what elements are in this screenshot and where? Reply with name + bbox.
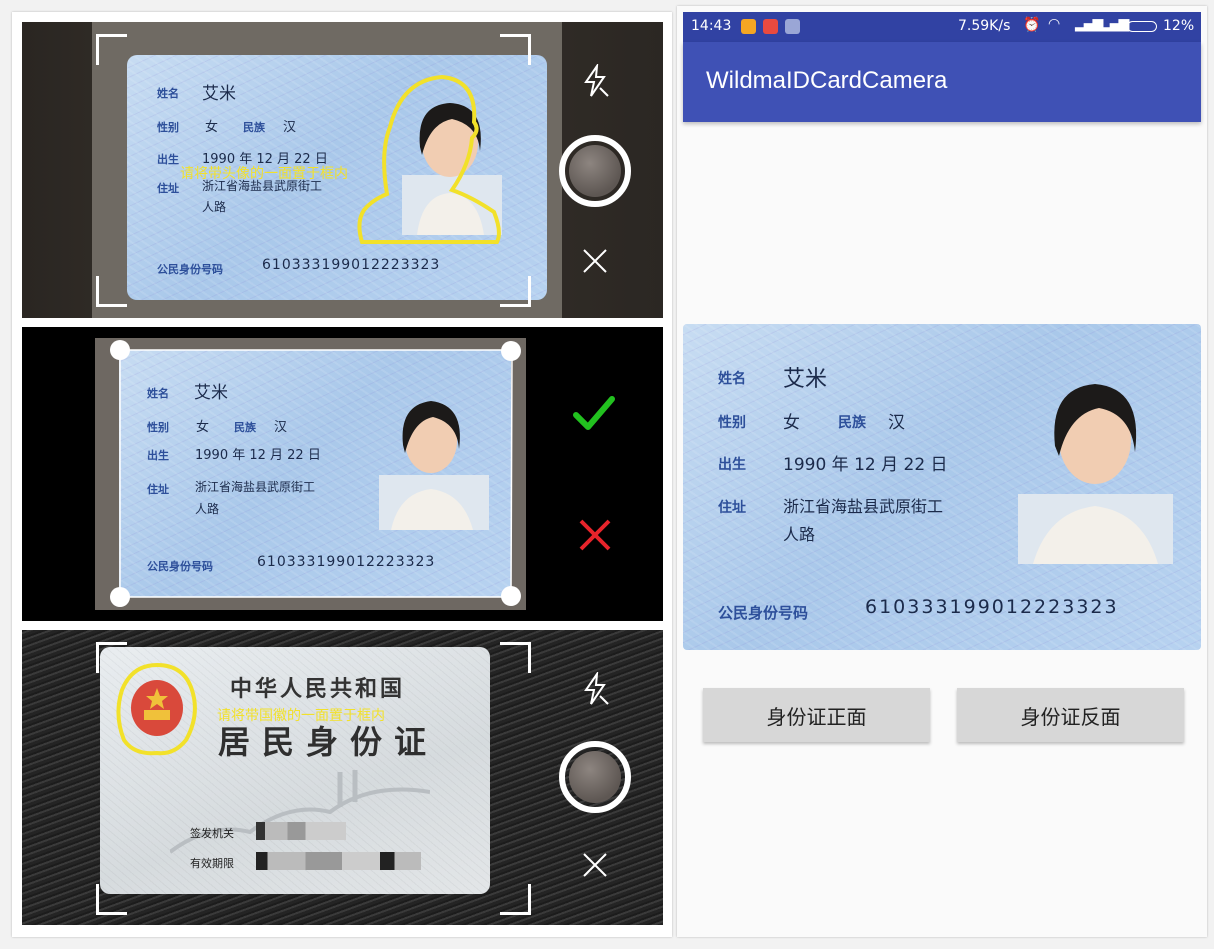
birth-label: 出生	[718, 457, 746, 473]
great-wall-pattern	[170, 770, 430, 854]
back-side-button[interactable]: 身份证反面	[957, 688, 1184, 742]
battery-icon	[1127, 21, 1157, 32]
country-name: 中华人民共和国	[230, 676, 406, 702]
back-hint: 请将带国徽的一面置于框内	[217, 708, 385, 724]
result-id-card-image: 姓名 艾米 性别 女 民族 汉 出生 1990 年 12 月 22 日 住址 浙…	[683, 324, 1201, 650]
shutter-button[interactable]	[559, 741, 631, 813]
signal-icon-2: ▂▄▆	[1101, 16, 1129, 32]
flash-off-icon[interactable]	[580, 672, 610, 706]
sex-label: 性别	[718, 415, 746, 431]
battery-percent: 12%	[1163, 18, 1195, 34]
authority-redacted	[256, 822, 346, 840]
name-label: 姓名	[157, 87, 179, 100]
sex-label: 性别	[157, 121, 179, 134]
frame-corner-tl	[96, 34, 127, 65]
network-speed: 7.59K/s	[958, 18, 1011, 34]
cancel-close-icon[interactable]	[578, 518, 612, 552]
frame-corner-tr	[500, 642, 531, 673]
flash-off-icon[interactable]	[580, 64, 610, 98]
crop-handle-bl[interactable]	[110, 587, 130, 607]
close-icon[interactable]	[582, 852, 608, 878]
portrait-photo	[1018, 384, 1173, 564]
crop-handle-br[interactable]	[501, 586, 521, 606]
frame-corner-br	[500, 884, 531, 915]
signal-icon: ▂▄▆	[1075, 16, 1103, 32]
frame-corner-tr	[500, 34, 531, 65]
check-icon[interactable]	[572, 393, 616, 433]
shutter-button[interactable]	[559, 135, 631, 207]
id-number-label: 公民身份号码	[157, 263, 223, 276]
app-notification-icon	[741, 19, 756, 34]
id-number-value: 610333199012223323	[865, 596, 1119, 618]
birth-value: 1990 年 12 月 22 日	[783, 455, 948, 475]
sex-value: 女	[783, 413, 800, 433]
wifi-icon: ◠	[1048, 16, 1061, 32]
portrait-guide-outline	[357, 74, 501, 244]
crop-panel: 姓名 艾米 性别 女 民族 汉 出生 1990 年 12 月 22 日 住址 浙…	[22, 327, 663, 621]
crop-box-border	[119, 349, 513, 598]
name-label: 姓名	[718, 371, 746, 387]
app-title: WildmaIDCardCamera	[706, 67, 948, 94]
frame-corner-bl	[96, 884, 127, 915]
back-capture-panel: 中华人民共和国 居民身份证 签发机关 有效期限 请将带国徽的一面置于框内	[22, 630, 663, 925]
authority-label: 签发机关	[190, 827, 234, 840]
name-value: 艾米	[202, 84, 236, 104]
ethnicity-label: 民族	[243, 121, 265, 134]
address-line1: 浙江省海盐县武原街工	[783, 497, 944, 516]
front-capture-panel: 姓名 艾米 性别 女 民族 汉 出生 1990 年 12 月 22 日 住址 浙…	[22, 22, 663, 318]
ethnicity-label: 民族	[838, 415, 866, 431]
validity-redacted	[256, 852, 421, 870]
app-bar: WildmaIDCardCamera	[683, 42, 1201, 122]
frame-corner-br	[500, 276, 531, 307]
id-number-value: 610333199012223323	[262, 257, 441, 273]
validity-label: 有效期限	[190, 857, 234, 870]
frame-corner-bl	[96, 276, 127, 307]
birth-label: 出生	[157, 153, 179, 166]
sex-value: 女	[205, 120, 219, 135]
close-icon[interactable]	[582, 248, 608, 274]
status-time: 14:43	[691, 18, 732, 34]
front-hint: 请将带头像的一面置于框内	[180, 166, 348, 182]
address-line2: 人路	[783, 525, 816, 544]
id-number-label: 公民身份号码	[718, 604, 809, 622]
app-notification-icon-3	[785, 19, 800, 34]
alarm-icon: ⏰	[1023, 17, 1041, 33]
frame-corner-tl	[96, 642, 127, 673]
address-line2: 人路	[202, 200, 227, 214]
ethnicity-value: 汉	[888, 413, 905, 433]
crop-handle-tr[interactable]	[501, 341, 521, 361]
app-notification-icon-2	[763, 19, 778, 34]
ethnicity-value: 汉	[283, 120, 297, 135]
address-label: 住址	[157, 182, 179, 195]
status-bar: 14:43 7.59K/s ⏰ ◠ ▂▄▆ ▂▄▆ 12%	[683, 12, 1201, 42]
address-label: 住址	[718, 500, 746, 516]
front-side-button[interactable]: 身份证正面	[703, 688, 930, 742]
name-value: 艾米	[783, 367, 828, 392]
crop-handle-tl[interactable]	[110, 340, 130, 360]
emblem-guide-outline	[116, 662, 197, 756]
